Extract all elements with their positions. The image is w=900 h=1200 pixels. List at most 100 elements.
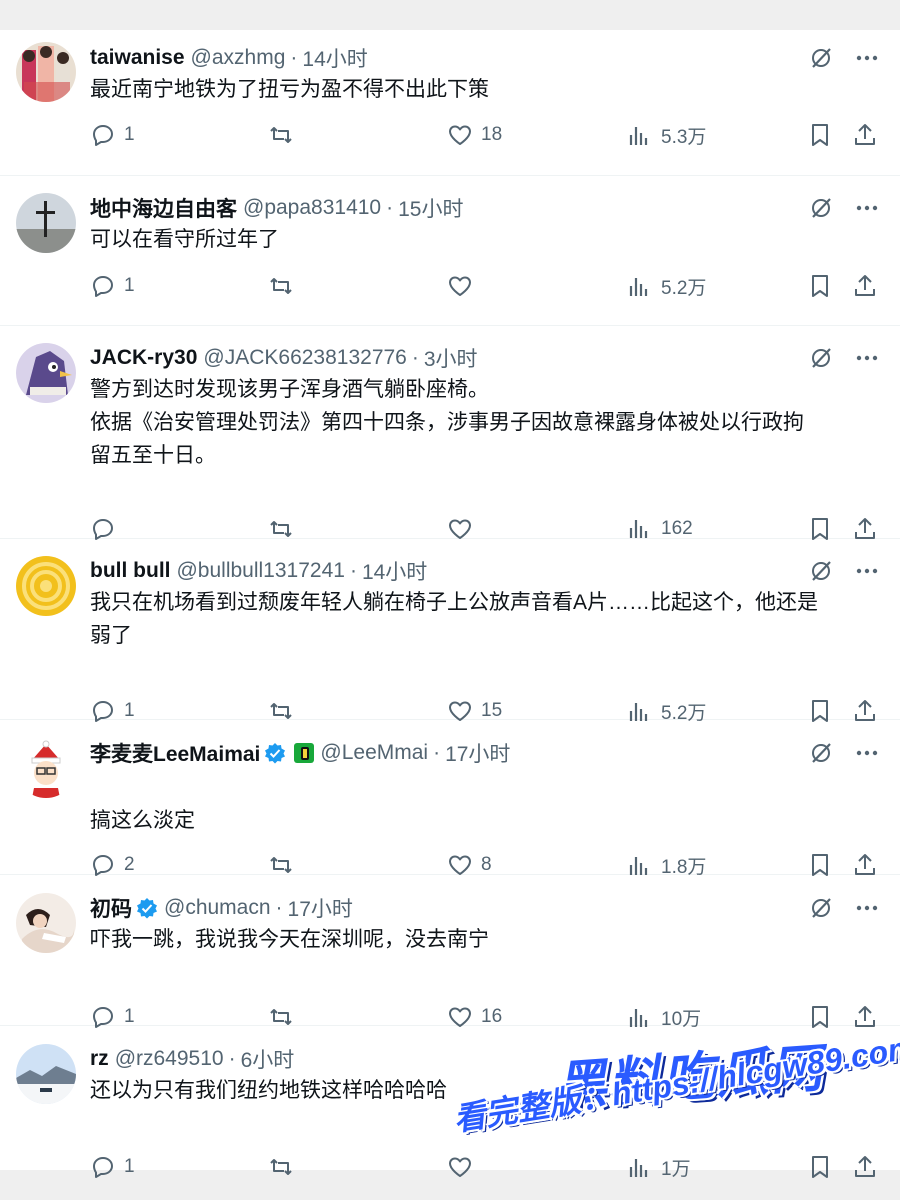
tweet-top-actions	[808, 1044, 880, 1074]
like-button[interactable]	[447, 273, 481, 299]
reply-button[interactable]: 1	[90, 1154, 135, 1180]
separator-dot: ·	[275, 896, 283, 919]
tweet[interactable]: JACK-ry30 @JACK66238132776 · 3小时 警方到达时发现…	[0, 326, 900, 540]
grok-icon[interactable]	[808, 895, 834, 921]
tweet-header: rz @rz649510 · 6小时	[90, 1044, 294, 1074]
reply-count: 1	[124, 124, 135, 145]
retweet-button[interactable]	[268, 1154, 302, 1180]
like-button[interactable]	[447, 1154, 481, 1180]
avatar[interactable]	[16, 893, 76, 953]
views-button[interactable]: 5.2万	[627, 273, 706, 300]
more-icon[interactable]	[854, 740, 880, 766]
tweet-top-actions	[808, 193, 880, 223]
tweet[interactable]: 李麦麦LeeMaimai @LeeMmai · 17小时 搞这么淡定 2 8 1…	[0, 720, 900, 878]
grok-icon[interactable]	[808, 195, 834, 221]
timestamp[interactable]: 15小时	[398, 193, 463, 223]
user-handle[interactable]: @bullbull1317241	[176, 559, 344, 583]
grok-icon[interactable]	[808, 45, 834, 71]
display-name[interactable]: 李麦麦LeeMaimai	[90, 738, 260, 768]
tweet[interactable]: rz @rz649510 · 6小时 还以为只有我们纽约地铁这样哈哈哈哈 1 1…	[0, 1026, 900, 1180]
more-icon[interactable]	[854, 195, 880, 221]
display-name[interactable]: bull bull	[90, 559, 170, 583]
tweet[interactable]: 初码 @chumacn · 17小时 吓我一跳，我说我今天在深圳呢，没去南宁 1…	[0, 875, 900, 1030]
grok-icon[interactable]	[808, 345, 834, 371]
more-icon[interactable]	[854, 45, 880, 71]
user-handle[interactable]: @JACK66238132776	[203, 346, 406, 370]
like-count: 15	[481, 700, 503, 721]
separator-dot: ·	[433, 741, 441, 764]
tweet-header: taiwanise @axzhmg · 14小时	[90, 43, 368, 73]
avatar[interactable]	[16, 556, 76, 616]
views-button[interactable]: 1万	[627, 1154, 691, 1181]
timestamp[interactable]: 17小时	[445, 738, 510, 768]
bookmark-icon	[812, 1156, 828, 1178]
view-count: 1万	[661, 1159, 691, 1180]
like-button[interactable]: 18	[447, 122, 502, 148]
tweet[interactable]: 地中海边自由客 @papa831410 · 15小时 可以在看守所过年了 1 5…	[0, 176, 900, 326]
more-icon[interactable]	[854, 345, 880, 371]
timestamp[interactable]: 14小时	[362, 556, 427, 586]
avatar[interactable]	[16, 738, 76, 798]
like-count: 8	[481, 854, 492, 875]
more-icon[interactable]	[854, 1046, 880, 1072]
tweet-text-line: 最近南宁地铁为了扭亏为盈不得不出此下策	[90, 78, 489, 101]
avatar[interactable]	[16, 193, 76, 253]
tweet-text-line: 留五至十日。	[90, 444, 216, 467]
tweet-text: 最近南宁地铁为了扭亏为盈不得不出此下策	[90, 73, 880, 106]
grok-icon[interactable]	[808, 1046, 834, 1072]
share-button[interactable]	[852, 122, 886, 148]
separator-dot: ·	[349, 559, 357, 582]
timestamp[interactable]: 17小时	[288, 893, 353, 923]
view-count: 162	[661, 518, 693, 539]
user-handle[interactable]: @chumacn	[164, 896, 271, 920]
share-button[interactable]	[852, 273, 886, 299]
tweet-top-actions	[808, 556, 880, 586]
grok-icon[interactable]	[808, 740, 834, 766]
display-name[interactable]: rz	[90, 1047, 109, 1071]
display-name[interactable]: JACK-ry30	[90, 346, 197, 370]
avatar[interactable]	[16, 42, 76, 102]
user-handle[interactable]: @axzhmg	[191, 46, 286, 70]
user-handle[interactable]: @rz649510	[115, 1047, 224, 1071]
tweet-text: 吓我一跳，我说我今天在深圳呢，没去南宁	[90, 923, 880, 956]
heart-icon	[449, 125, 471, 145]
tweet-top-actions	[808, 893, 880, 923]
views-icon	[629, 126, 648, 145]
views-button[interactable]: 5.3万	[627, 122, 706, 149]
timestamp[interactable]: 3小时	[424, 343, 478, 373]
retweet-button[interactable]	[268, 273, 302, 299]
share-button[interactable]	[852, 1154, 886, 1180]
display-name[interactable]: 地中海边自由客	[90, 193, 237, 223]
tweet-text-line: 可以在看守所过年了	[90, 228, 279, 251]
like-count: 18	[481, 124, 503, 145]
reply-icon	[93, 125, 113, 146]
tweet[interactable]: bull bull @bullbull1317241 · 14小时 我只在机场看…	[0, 539, 900, 724]
bookmark-button[interactable]	[807, 1154, 841, 1180]
avatar[interactable]	[16, 343, 76, 403]
tweet-text: 可以在看守所过年了	[90, 223, 880, 256]
user-handle[interactable]: @LeeMmai	[320, 741, 428, 765]
tweet-top-actions	[808, 43, 880, 73]
tweet-header: 地中海边自由客 @papa831410 · 15小时	[90, 193, 463, 223]
bookmark-icon	[812, 275, 828, 297]
bookmark-button[interactable]	[807, 122, 841, 148]
grok-icon[interactable]	[808, 558, 834, 584]
tweet[interactable]: taiwanise @axzhmg · 14小时 最近南宁地铁为了扭亏为盈不得不…	[0, 30, 900, 176]
tweet-text-line: 弱了	[90, 624, 132, 647]
display-name[interactable]: taiwanise	[90, 46, 185, 70]
separator-dot: ·	[290, 46, 298, 69]
more-icon[interactable]	[854, 558, 880, 584]
more-icon[interactable]	[854, 895, 880, 921]
reply-button[interactable]: 1	[90, 122, 135, 148]
share-icon	[855, 1156, 875, 1177]
display-name[interactable]: 初码	[90, 893, 132, 923]
timestamp[interactable]: 14小时	[302, 43, 367, 73]
separator-dot: ·	[386, 196, 394, 219]
reply-button[interactable]: 1	[90, 273, 135, 299]
timestamp[interactable]: 6小时	[241, 1044, 295, 1074]
tweet-text-line: 搞这么淡定	[90, 809, 195, 832]
retweet-button[interactable]	[268, 122, 302, 148]
user-handle[interactable]: @papa831410	[243, 196, 381, 220]
avatar[interactable]	[16, 1044, 76, 1104]
bookmark-button[interactable]	[807, 273, 841, 299]
